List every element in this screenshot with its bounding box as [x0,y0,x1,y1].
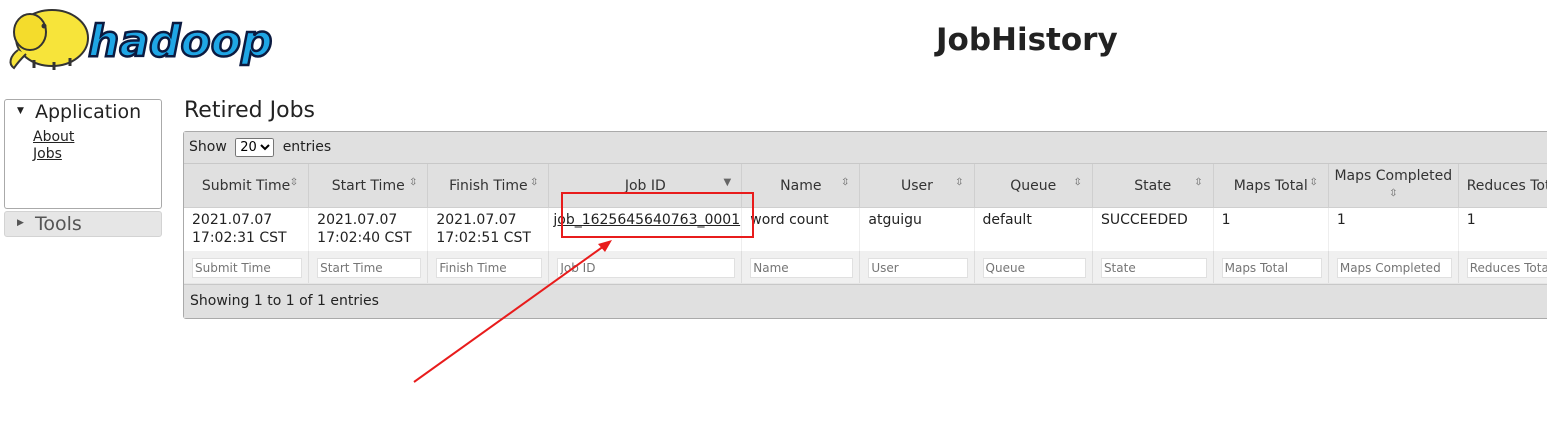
jobs-table-wrapper: Show 20 entries Submit Time ⇳ Start Time ⇳… [183,131,1547,319]
column-header-maps-completed[interactable]: Maps Completed ⇳ [1328,164,1459,208]
cell-finish-time: 2021.07.07 17:02:51 CST [427,207,550,251]
triangle-right-icon: ▶ [17,217,24,228]
cell-user: atguigu [859,207,975,251]
cell-reduces-total: 1 [1458,207,1547,251]
filter-maps-completed-input[interactable] [1336,257,1452,278]
sort-icon: ⇳ [840,177,850,188]
column-header-reduces-total[interactable]: Reduces Total [1458,164,1547,208]
filter-reduces-total-input[interactable] [1466,257,1547,278]
column-header-name[interactable]: Name ⇳ [741,164,861,208]
cell-submit-time: 2021.07.07 17:02:31 CST [184,207,310,251]
table-row: 2021.07.07 17:02:31 CST 2021.07.07 17:02… [184,207,1547,251]
cell-state: SUCCEEDED [1092,207,1214,251]
sort-icon: ⇳ [1194,177,1203,188]
elephant-icon [9,9,89,70]
svg-text:hadoop: hadoop [88,16,272,67]
sort-icon: ⇳ [529,177,539,188]
filter-submit-time-input[interactable] [192,257,303,278]
sidebar-section-tools[interactable]: ▶ Tools [4,211,162,237]
section-title: Retired Jobs [184,98,316,123]
sort-icon: ⇳ [289,177,299,188]
jobs-table: Submit Time ⇳ Start Time ⇳ Finish Time ⇳ Jo… [184,164,1547,283]
job-id-link[interactable]: job_1625645640763_0001 [553,212,740,228]
entries-select[interactable]: 20 [235,137,275,157]
triangle-down-icon: ▼ [17,105,24,116]
filter-job-id-input[interactable] [557,257,736,278]
filter-row [184,251,1547,283]
filter-start-time-input[interactable] [317,257,422,278]
column-header-submit-time[interactable]: Submit Time ⇳ [184,164,310,208]
cell-job-id: job_1625645640763_0001 [548,207,743,251]
filter-maps-total-input[interactable] [1221,257,1322,278]
sort-icon: ⇳ [1073,177,1082,188]
filter-queue-input[interactable] [982,257,1086,278]
hadoop-logo: hadoop [4,2,304,76]
cell-start-time: 2021.07.07 17:02:40 CST [308,207,429,251]
application-menu: About Jobs [4,124,162,209]
cell-maps-total: 1 [1213,207,1329,251]
sidebar-link-about[interactable]: About [33,129,161,146]
table-info: Showing 1 to 1 of 1 entries [184,284,1547,318]
filter-user-input[interactable] [868,257,968,278]
column-header-job-id[interactable]: Job ID ▼ [548,164,743,208]
filter-state-input[interactable] [1100,257,1207,278]
sort-icon: ⇳ [1309,177,1318,188]
filter-finish-time-input[interactable] [436,257,543,278]
column-header-start-time[interactable]: Start Time ⇳ [308,164,429,208]
table-length-bar: Show 20 entries [184,132,1547,164]
column-header-user[interactable]: User ⇳ [859,164,975,208]
column-header-maps-total[interactable]: Maps Total ⇳ [1213,164,1329,208]
sidebar-link-jobs[interactable]: Jobs [33,146,161,163]
column-header-state[interactable]: State ⇳ [1092,164,1214,208]
filter-name-input[interactable] [750,257,854,278]
sort-icon: ⇳ [955,177,964,188]
cell-name: word count [741,207,861,251]
column-header-finish-time[interactable]: Finish Time ⇳ [427,164,550,208]
sort-icon: ⇳ [1389,188,1398,199]
sort-desc-icon: ▼ [723,177,732,188]
page-title: JobHistory [936,22,1118,58]
cell-queue: default [974,207,1093,251]
sidebar-section-application[interactable]: ▼ Application [4,99,162,125]
cell-maps-completed: 1 [1328,207,1459,251]
column-header-queue[interactable]: Queue ⇳ [974,164,1093,208]
sort-icon: ⇳ [408,177,418,188]
